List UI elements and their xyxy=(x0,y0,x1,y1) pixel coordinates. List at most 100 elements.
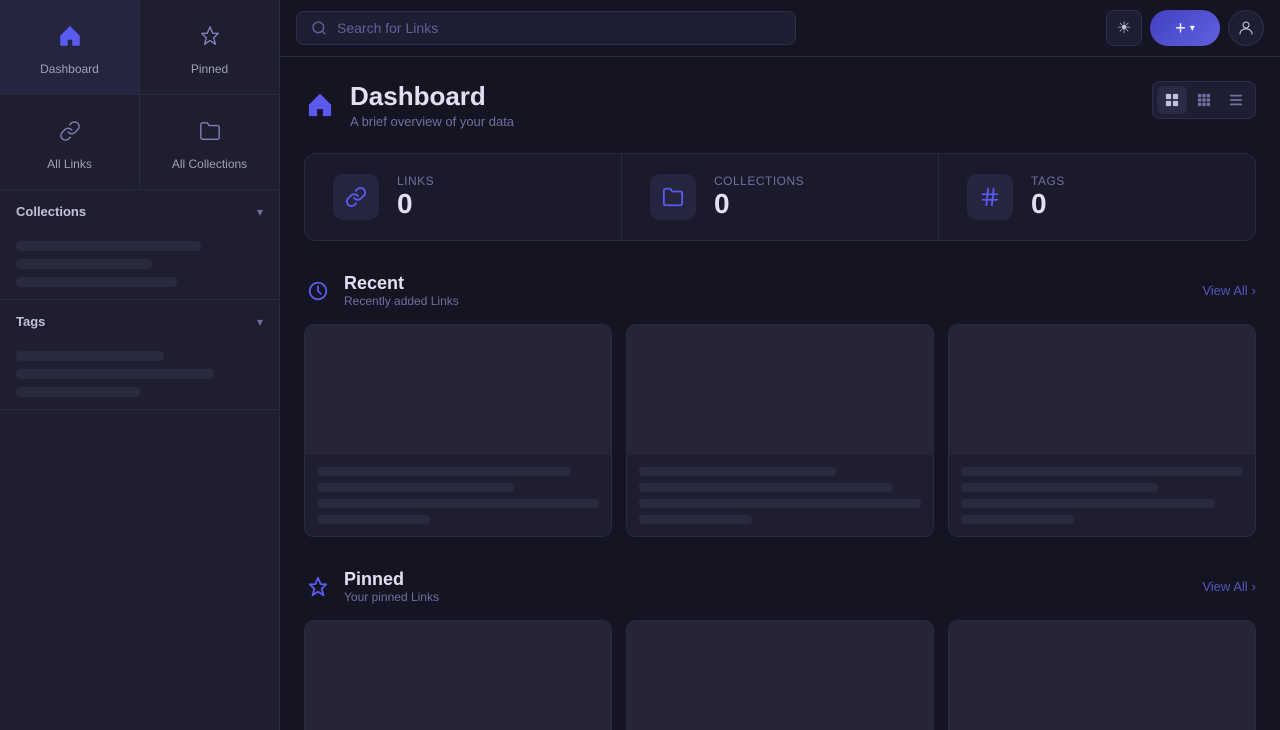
sidebar-tags-title: Tags xyxy=(16,314,45,329)
sidebar: Dashboard Pinned All Links xyxy=(0,0,280,730)
skeleton-line xyxy=(639,467,836,476)
pinned-titles: Pinned Your pinned Links xyxy=(344,569,439,604)
skeleton-line xyxy=(16,277,177,287)
search-bar[interactable] xyxy=(296,11,796,45)
view-grid-small-button[interactable] xyxy=(1189,86,1219,114)
skeleton-line xyxy=(961,483,1158,492)
sidebar-collections-toggle[interactable]: Collections ▾ xyxy=(0,190,279,233)
recent-view-all-label: View All xyxy=(1202,283,1247,298)
tags-stat-icon xyxy=(967,174,1013,220)
skeleton-line xyxy=(639,515,752,524)
content-area: Dashboard A brief overview of your data xyxy=(280,57,1280,730)
skeleton-line xyxy=(317,499,599,508)
tags-chevron-icon: ▾ xyxy=(257,315,263,329)
sidebar-item-dashboard[interactable]: Dashboard xyxy=(0,0,139,94)
sun-icon: ☀ xyxy=(1117,18,1131,38)
recent-titles: Recent Recently added Links xyxy=(344,273,459,308)
clock-icon xyxy=(304,277,332,305)
sidebar-item-all-links[interactable]: All Links xyxy=(0,95,139,189)
stats-row: Links 0 Collections 0 xyxy=(304,153,1256,241)
card-skeleton-lines xyxy=(305,455,611,536)
sidebar-all-links-label: All Links xyxy=(47,157,92,171)
sidebar-collections-title: Collections xyxy=(16,204,86,219)
recent-section: Recent Recently added Links View All › xyxy=(304,273,1256,537)
recent-card-3[interactable] xyxy=(948,324,1256,537)
topbar-actions: ☀ + ▾ xyxy=(1106,10,1264,46)
search-input[interactable] xyxy=(337,20,781,36)
card-skeleton-lines xyxy=(627,455,933,536)
card-skeleton-lines xyxy=(949,455,1255,536)
links-stat-icon xyxy=(333,174,379,220)
sidebar-dashboard-label: Dashboard xyxy=(40,62,99,76)
collections-chevron-icon: ▾ xyxy=(257,205,263,219)
pinned-view-all-button[interactable]: View All › xyxy=(1202,579,1256,594)
plus-icon: + xyxy=(1175,18,1186,39)
skeleton-line xyxy=(317,515,430,524)
user-button[interactable] xyxy=(1228,10,1264,46)
page-subtitle: A brief overview of your data xyxy=(350,114,514,129)
skeleton-line xyxy=(961,467,1243,476)
pinned-card-1[interactable] xyxy=(304,620,612,730)
dashboard-icon xyxy=(304,89,336,121)
collections-skeleton xyxy=(0,233,279,299)
pinned-card-2[interactable] xyxy=(626,620,934,730)
view-list-button[interactable] xyxy=(1221,86,1251,114)
recent-title-area: Recent Recently added Links xyxy=(304,273,459,308)
sidebar-tags-toggle[interactable]: Tags ▾ xyxy=(0,300,279,343)
pinned-cards-grid xyxy=(304,620,1256,730)
pinned-card-3[interactable] xyxy=(948,620,1256,730)
sidebar-pinned-label: Pinned xyxy=(191,62,228,76)
skeleton-line xyxy=(317,483,514,492)
skeleton-line xyxy=(16,351,164,361)
view-grid-large-button[interactable] xyxy=(1157,86,1187,114)
links-stat-label: Links xyxy=(397,174,434,188)
collections-stat-value: 0 xyxy=(714,188,804,220)
skeleton-line xyxy=(639,483,893,492)
recent-cards-grid xyxy=(304,324,1256,537)
recent-card-1[interactable] xyxy=(304,324,612,537)
sidebar-item-pinned[interactable]: Pinned xyxy=(140,0,279,94)
page-header: Dashboard A brief overview of your data xyxy=(304,81,1256,129)
links-stat-info: Links 0 xyxy=(397,174,434,220)
page-title: Dashboard xyxy=(350,81,514,112)
topbar: ☀ + ▾ xyxy=(280,0,1280,57)
sidebar-item-all-collections[interactable]: All Collections xyxy=(140,95,279,189)
recent-card-2[interactable] xyxy=(626,324,934,537)
sidebar-all-collections-label: All Collections xyxy=(172,157,247,171)
chevron-right-icon: › xyxy=(1252,579,1256,594)
pin-icon xyxy=(192,18,228,54)
skeleton-line xyxy=(639,499,921,508)
stat-links: Links 0 xyxy=(305,154,622,240)
tags-skeleton xyxy=(0,343,279,409)
pinned-title-area: Pinned Your pinned Links xyxy=(304,569,439,604)
theme-toggle-button[interactable]: ☀ xyxy=(1106,10,1142,46)
pinned-section-title: Pinned xyxy=(344,569,439,590)
recent-section-subtitle: Recently added Links xyxy=(344,294,459,308)
search-icon xyxy=(311,20,327,36)
user-icon xyxy=(1237,19,1255,37)
sidebar-section-icons: All Links All Collections xyxy=(0,95,279,190)
pinned-section: Pinned Your pinned Links View All › xyxy=(304,569,1256,730)
skeleton-line xyxy=(16,241,201,251)
skeleton-line xyxy=(16,387,140,397)
stat-tags: Tags 0 xyxy=(939,154,1255,240)
links-stat-value: 0 xyxy=(397,188,434,220)
chevron-right-icon: › xyxy=(1252,283,1256,298)
chevron-down-icon: ▾ xyxy=(1190,23,1195,34)
pinned-section-subtitle: Your pinned Links xyxy=(344,590,439,604)
add-button[interactable]: + ▾ xyxy=(1150,10,1220,46)
recent-section-title: Recent xyxy=(344,273,459,294)
card-image xyxy=(949,621,1255,730)
sidebar-collections-section: Collections ▾ xyxy=(0,190,279,300)
collections-stat-label: Collections xyxy=(714,174,804,188)
pinned-view-all-label: View All xyxy=(1202,579,1247,594)
pinned-section-header: Pinned Your pinned Links View All › xyxy=(304,569,1256,604)
card-image xyxy=(305,621,611,730)
view-controls xyxy=(1152,81,1256,119)
home-icon xyxy=(52,18,88,54)
collections-stat-info: Collections 0 xyxy=(714,174,804,220)
recent-view-all-button[interactable]: View All › xyxy=(1202,283,1256,298)
skeleton-line xyxy=(16,369,214,379)
sidebar-tags-section: Tags ▾ xyxy=(0,300,279,410)
page-title-area: Dashboard A brief overview of your data xyxy=(304,81,514,129)
